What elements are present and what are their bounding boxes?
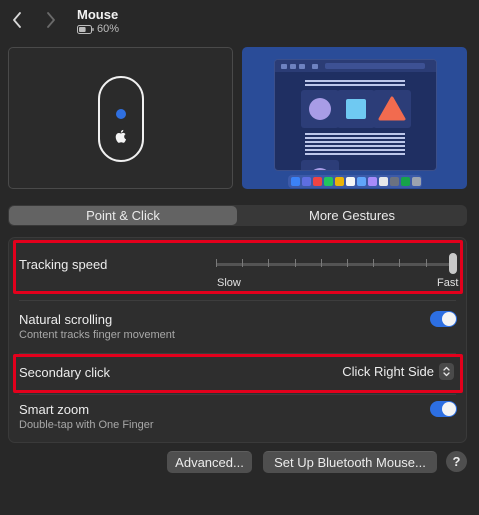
divider: [19, 394, 456, 395]
preview-tile-circle: [301, 90, 339, 128]
magic-mouse-illustration: [98, 76, 144, 162]
preview-text-lines: [305, 80, 405, 88]
battery-percentage: 60%: [97, 23, 120, 35]
tab-point-and-click[interactable]: Point & Click: [9, 206, 237, 225]
tab-bar: Point & Click More Gestures: [8, 205, 467, 226]
natural-scrolling-description: Content tracks finger movement: [19, 329, 175, 341]
back-button[interactable]: [6, 9, 28, 31]
battery-icon: [77, 24, 94, 34]
chevron-right-icon: [47, 12, 55, 28]
tracking-speed-highlight: [13, 240, 463, 294]
preview-window-toolbar: [275, 60, 436, 72]
apple-logo-icon: [115, 129, 127, 143]
setup-bluetooth-mouse-button[interactable]: Set Up Bluetooth Mouse...: [263, 451, 437, 473]
preview-tile-triangle: [373, 90, 411, 128]
chevron-left-icon: [13, 12, 21, 28]
smart-zoom-toggle[interactable]: [430, 401, 457, 417]
smart-zoom-description: Double-tap with One Finger: [19, 419, 154, 431]
tab-more-gestures[interactable]: More Gestures: [238, 206, 466, 225]
smart-zoom-label: Smart zoom: [19, 402, 90, 417]
preview-tile-partial: [301, 160, 339, 170]
mouse-preview: [8, 47, 233, 189]
advanced-button[interactable]: Advanced...: [167, 451, 252, 473]
preview-text-block: [305, 133, 405, 157]
forward-button[interactable]: [40, 9, 62, 31]
natural-scrolling-label: Natural scrolling: [19, 312, 113, 327]
natural-scrolling-toggle[interactable]: [430, 311, 457, 327]
secondary-click-highlight: [13, 354, 463, 393]
divider: [19, 300, 456, 301]
preview-tile-square: [337, 90, 375, 128]
battery-fill: [79, 26, 86, 32]
toolbar: Mouse 60%: [0, 0, 479, 42]
gesture-preview: [242, 47, 467, 189]
help-button[interactable]: ?: [446, 451, 467, 472]
preview-window: [274, 59, 437, 171]
battery-status: 60%: [77, 23, 119, 35]
click-indicator-dot: [116, 109, 126, 119]
preview-dock: [288, 175, 422, 188]
page-title: Mouse: [77, 7, 119, 22]
